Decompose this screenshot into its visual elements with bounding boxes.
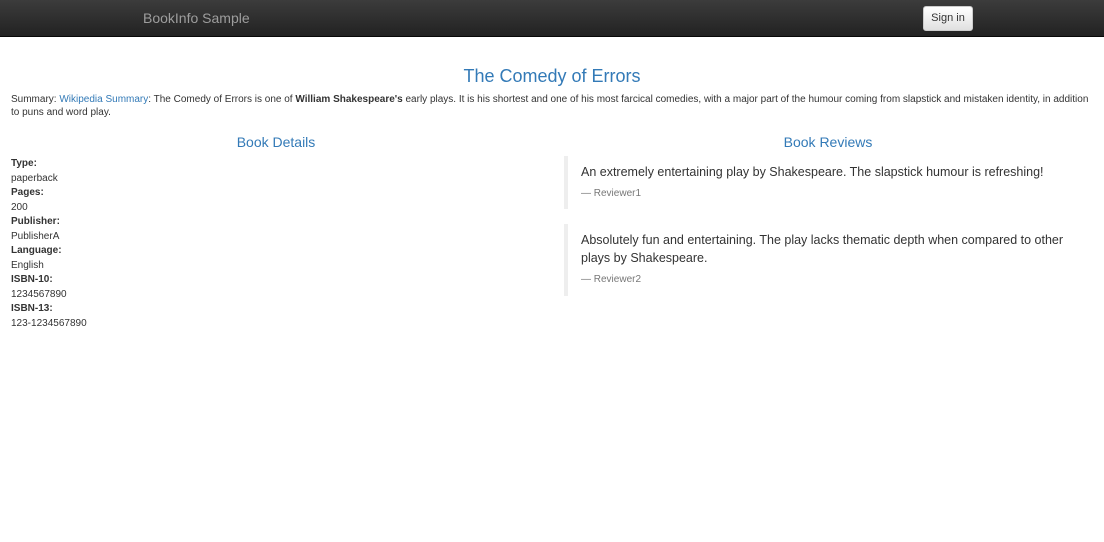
isbn13-label: ISBN-13: [11,303,53,314]
pages-label: Pages: [11,187,44,198]
publisher-label: Publisher: [11,216,60,227]
review-item: An extremely entertaining play by Shakes… [564,156,1074,209]
review-text: Absolutely fun and entertaining. The pla… [581,233,1064,265]
review-text: An extremely entertaining play by Shakes… [581,165,1044,179]
isbn10-label: ISBN-10: [11,274,53,285]
review-item: Absolutely fun and entertaining. The pla… [564,224,1074,296]
top-navbar: BookInfo Sample Sign in [0,0,1104,37]
wikipedia-summary-link[interactable]: Wikipedia Summary [59,94,148,105]
type-label: Type: [11,158,37,169]
review-author: — Reviewer1 [581,188,642,199]
book-details-heading: Book Details [236,134,316,150]
summary-prefix: Summary: [11,94,60,105]
review-author: — Reviewer2 [581,274,642,285]
type-value: paperback [11,172,58,184]
book-summary: Summary: Wikipedia Summary: The Comedy o… [11,93,1091,119]
book-reviews-heading: Book Reviews [783,134,873,150]
navbar-brand[interactable]: BookInfo Sample [143,10,250,27]
isbn13-value: 123-1234567890 [11,317,87,329]
sign-in-button[interactable]: Sign in [923,6,973,31]
book-title: The Comedy of Errors [463,66,641,86]
isbn10-value: 1234567890 [11,288,67,300]
publisher-value: PublisherA [11,230,60,242]
language-label: Language: [11,245,62,256]
summary-text-mid: : The Comedy of Errors is one of [148,94,296,105]
pages-value: 200 [11,201,28,213]
book-details-list: Type: paperback Pages: 200 Publisher: Pu… [11,157,87,331]
summary-author: William Shakespeare's [295,94,403,105]
language-value: English [11,259,44,271]
